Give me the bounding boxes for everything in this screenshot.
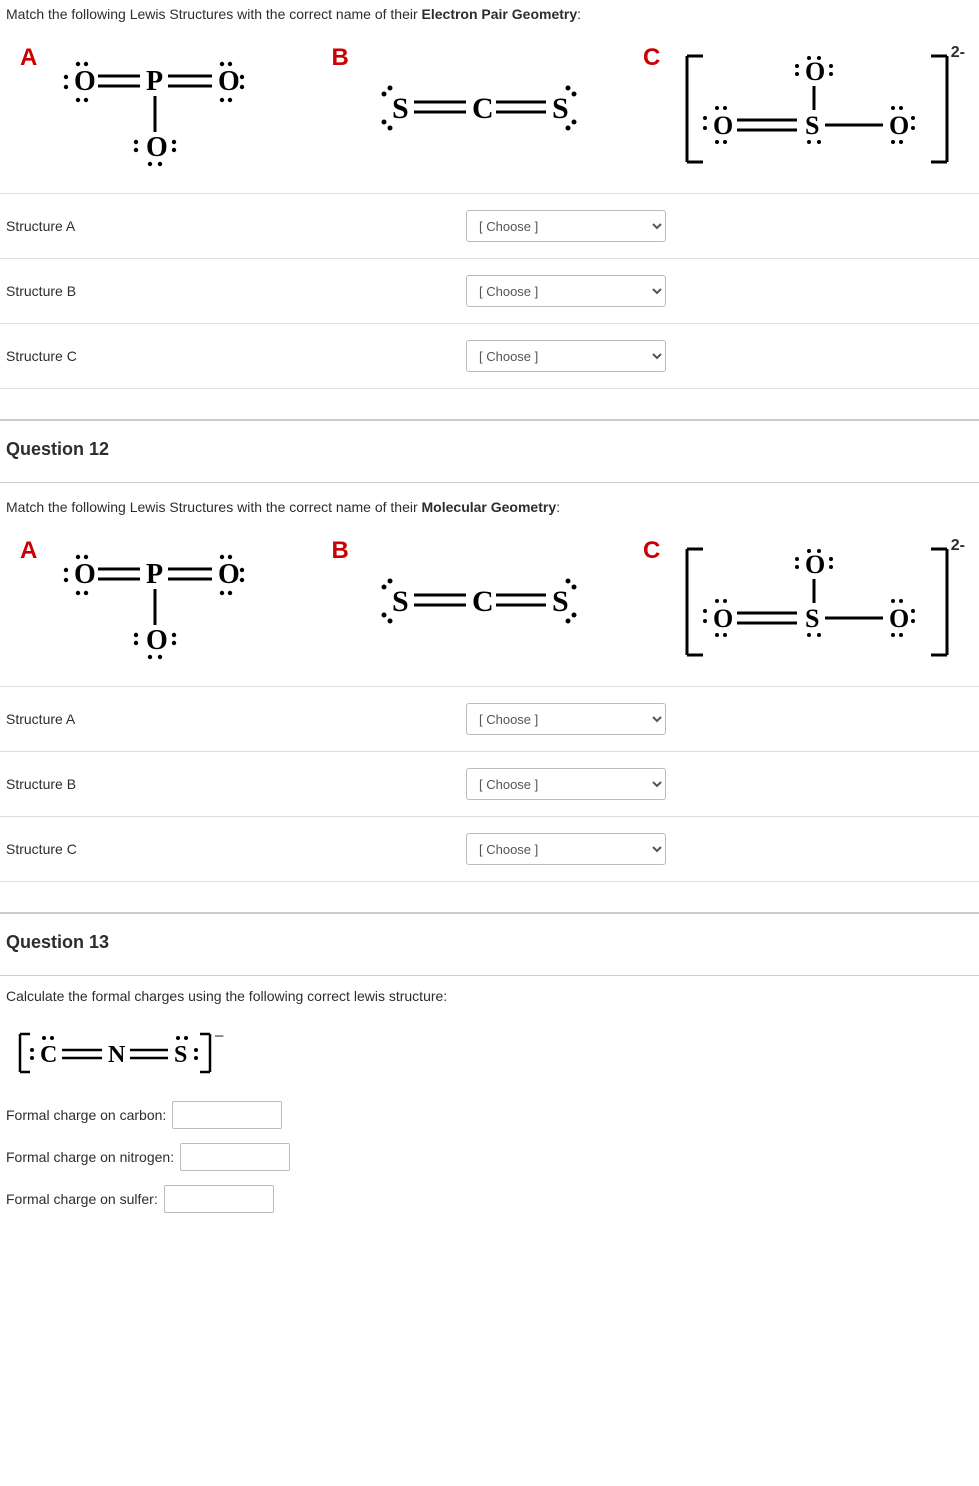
- svg-text:O: O: [74, 559, 96, 590]
- q11-match-rows: Structure A [ Choose ] Structure B [ Cho…: [0, 193, 979, 389]
- fig-c-charge: 2-: [951, 537, 965, 555]
- lewis-structure-b: S C S: [332, 44, 614, 173]
- svg-text:S: S: [552, 585, 569, 618]
- lewis-structure-ncs: CNS −: [14, 1028, 973, 1081]
- structure-c-select[interactable]: [ Choose ]: [466, 833, 666, 865]
- match-label: Structure A: [6, 711, 466, 727]
- svg-text:P: P: [146, 66, 163, 97]
- match-row: Structure C [ Choose ]: [0, 817, 979, 882]
- svg-text:O: O: [218, 66, 240, 97]
- fig-c-charge: 2-: [951, 44, 965, 62]
- fig-label-b: B: [332, 537, 349, 565]
- q12-figures: A O P O O B S C S: [0, 527, 979, 686]
- q11-prompt-bold: Electron Pair Geometry: [422, 6, 578, 22]
- svg-text:O: O: [889, 111, 909, 140]
- structure-a-select[interactable]: [ Choose ]: [466, 703, 666, 735]
- svg-text:C: C: [472, 585, 494, 618]
- match-label: Structure A: [6, 218, 466, 234]
- fc-sulfur-input[interactable]: [164, 1185, 274, 1213]
- q12-fig-c: C 2- OSOO: [643, 537, 959, 666]
- match-row: Structure B [ Choose ]: [0, 259, 979, 324]
- fig-label-c: C: [643, 537, 660, 565]
- match-row: Structure C [ Choose ]: [0, 324, 979, 389]
- lewis-structure-a: O P O O: [20, 44, 302, 173]
- svg-text:O: O: [713, 604, 733, 633]
- fig-label-a: A: [20, 537, 37, 565]
- lewis-structure-c: OSOO: [643, 537, 959, 666]
- q12-match-rows: Structure A [ Choose ] Structure B [ Cho…: [0, 686, 979, 882]
- fc-carbon-row: Formal charge on carbon:: [6, 1101, 973, 1129]
- fc-carbon-label: Formal charge on carbon:: [6, 1107, 166, 1123]
- fc-sulfur-label: Formal charge on sulfer:: [6, 1191, 158, 1207]
- svg-text:S: S: [805, 111, 819, 140]
- svg-text:S: S: [805, 604, 819, 633]
- lewis-structure-a: O P O O: [20, 537, 302, 666]
- svg-text:O: O: [805, 550, 825, 579]
- q11-prompt-suffix: :: [577, 6, 581, 22]
- match-label: Structure C: [6, 348, 466, 364]
- q12-prompt: Match the following Lewis Structures wit…: [0, 483, 979, 527]
- q12-prompt-suffix: :: [556, 499, 560, 515]
- q11-fig-c: C 2- O S O O: [643, 44, 959, 173]
- svg-text:O: O: [218, 559, 240, 590]
- structure-b-select[interactable]: [ Choose ]: [466, 275, 666, 307]
- q11-prompt-prefix: Match the following Lewis Structures wit…: [6, 6, 422, 22]
- q12-prompt-prefix: Match the following Lewis Structures wit…: [6, 499, 422, 515]
- svg-text:S: S: [392, 92, 409, 125]
- fc-carbon-input[interactable]: [172, 1101, 282, 1129]
- q12-fig-a: A O P O O: [20, 537, 302, 666]
- svg-text:C: C: [472, 92, 494, 125]
- svg-text:S: S: [174, 1042, 187, 1068]
- q11-fig-b: B S C S: [332, 44, 614, 173]
- fig-label-a: A: [20, 44, 37, 72]
- q11-figures: A O P O O: [0, 34, 979, 193]
- fc-sulfur-row: Formal charge on sulfer:: [6, 1185, 973, 1213]
- lewis-structure-b: SCS: [332, 537, 614, 666]
- fc-nitrogen-input[interactable]: [180, 1143, 290, 1171]
- q13-header: Question 13: [0, 914, 979, 976]
- fc-nitrogen-label: Formal charge on nitrogen:: [6, 1149, 174, 1165]
- ncs-charge: −: [214, 1028, 224, 1046]
- fig-label-c: C: [643, 44, 660, 72]
- structure-b-select[interactable]: [ Choose ]: [466, 768, 666, 800]
- q11-prompt: Match the following Lewis Structures wit…: [0, 0, 979, 34]
- svg-text:S: S: [392, 585, 409, 618]
- fc-nitrogen-row: Formal charge on nitrogen:: [6, 1143, 973, 1171]
- svg-text:O: O: [713, 111, 733, 140]
- svg-text:N: N: [108, 1042, 126, 1068]
- structure-c-select[interactable]: [ Choose ]: [466, 340, 666, 372]
- svg-text:O: O: [146, 132, 168, 163]
- fig-label-b: B: [332, 44, 349, 72]
- svg-text:O: O: [889, 604, 909, 633]
- match-row: Structure A [ Choose ]: [0, 686, 979, 752]
- lewis-structure-c: O S O O: [643, 44, 959, 173]
- svg-text:O: O: [74, 66, 96, 97]
- svg-text:O: O: [146, 625, 168, 656]
- match-label: Structure C: [6, 841, 466, 857]
- match-row: Structure B [ Choose ]: [0, 752, 979, 817]
- svg-text:C: C: [40, 1042, 57, 1068]
- q12-header: Question 12: [0, 421, 979, 483]
- match-label: Structure B: [6, 776, 466, 792]
- match-label: Structure B: [6, 283, 466, 299]
- q13-prompt: Calculate the formal charges using the f…: [6, 982, 973, 1016]
- svg-text:O: O: [805, 57, 825, 86]
- q12-fig-b: B S C S: [332, 537, 614, 666]
- match-row: Structure A [ Choose ]: [0, 193, 979, 259]
- structure-a-select[interactable]: [ Choose ]: [466, 210, 666, 242]
- svg-text:P: P: [146, 559, 163, 590]
- q11-fig-a: A O P O O: [20, 44, 302, 173]
- svg-text:S: S: [552, 92, 569, 125]
- q12-prompt-bold: Molecular Geometry: [422, 499, 557, 515]
